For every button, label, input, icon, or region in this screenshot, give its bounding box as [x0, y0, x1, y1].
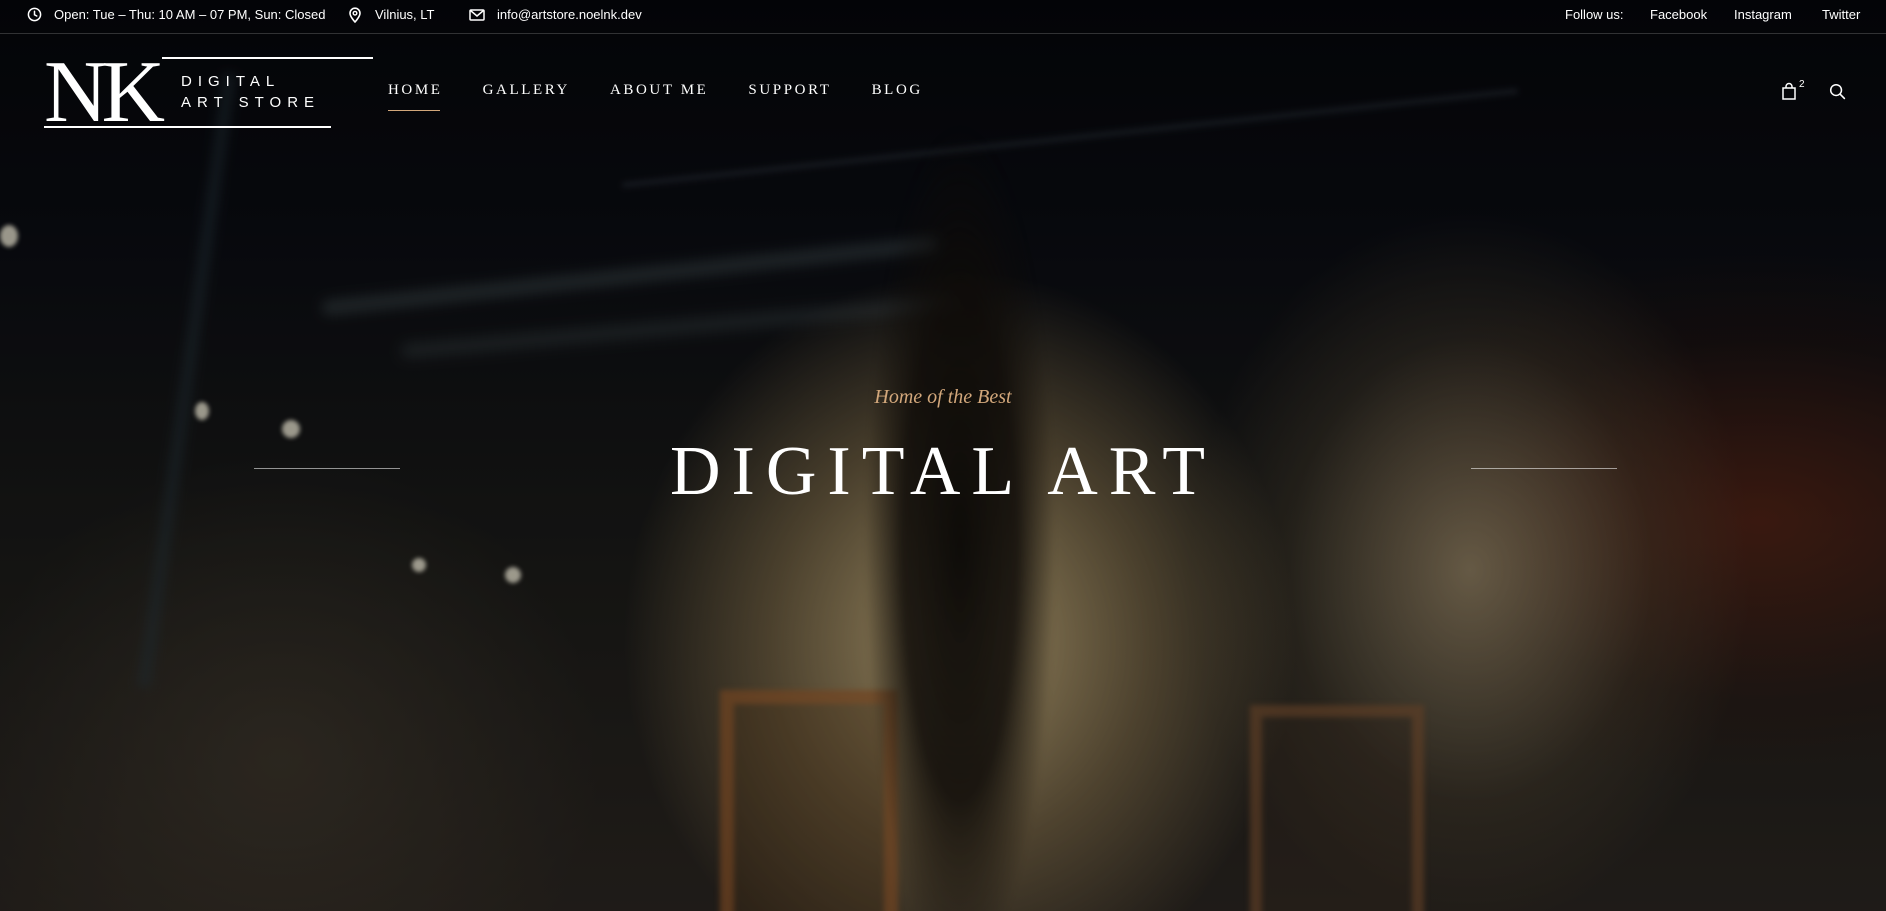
location-text: Vilnius, LT	[375, 7, 435, 22]
shopping-bag-icon	[1781, 82, 1797, 104]
top-info-bar: Open: Tue – Thu: 10 AM – 07 PM, Sun: Clo…	[0, 0, 1886, 34]
nav-item-support[interactable]: SUPPORT	[748, 80, 831, 104]
logo-text-line-1: DIGITAL	[181, 73, 281, 90]
hero-subtitle: Home of the Best	[874, 386, 1012, 408]
cart-count-badge: 2	[1799, 79, 1805, 90]
nav-item-home[interactable]: HOME	[388, 80, 443, 111]
logo-rule	[44, 126, 331, 128]
cart-button[interactable]: 2	[1781, 79, 1805, 104]
twitter-link[interactable]: Twitter	[1822, 0, 1860, 29]
opening-hours-text: Open: Tue – Thu: 10 AM – 07 PM, Sun: Clo…	[54, 7, 326, 22]
search-button[interactable]	[1829, 83, 1847, 101]
nav-item-about-me[interactable]: ABOUT ME	[610, 80, 708, 104]
search-icon	[1829, 83, 1846, 104]
email: info@artstore.noelnk.dev	[469, 0, 642, 29]
site-logo[interactable]: NK DIGITAL ART STORE	[44, 48, 373, 138]
logo-rule	[162, 57, 373, 59]
nav-item-gallery[interactable]: GALLERY	[483, 80, 570, 104]
hero-divider-right	[1471, 468, 1617, 469]
clock-icon	[26, 7, 42, 23]
facebook-link[interactable]: Facebook	[1650, 0, 1707, 29]
logo-mark: NK	[44, 44, 165, 141]
nav-item-blog[interactable]: BLOG	[872, 80, 923, 104]
instagram-link[interactable]: Instagram	[1734, 0, 1792, 29]
envelope-icon	[469, 7, 485, 23]
follow-us-label: Follow us:	[1565, 7, 1624, 22]
hero-title: DIGITAL ART	[669, 433, 1217, 510]
opening-hours: Open: Tue – Thu: 10 AM – 07 PM, Sun: Clo…	[26, 0, 325, 29]
location: Vilnius, LT	[347, 0, 435, 29]
logo-text-line-2: ART STORE	[181, 94, 321, 111]
main-navigation: HOME GALLERY ABOUT ME SUPPORT BLOG	[388, 80, 963, 111]
email-link[interactable]: info@artstore.noelnk.dev	[497, 7, 642, 22]
map-pin-icon	[347, 6, 363, 23]
